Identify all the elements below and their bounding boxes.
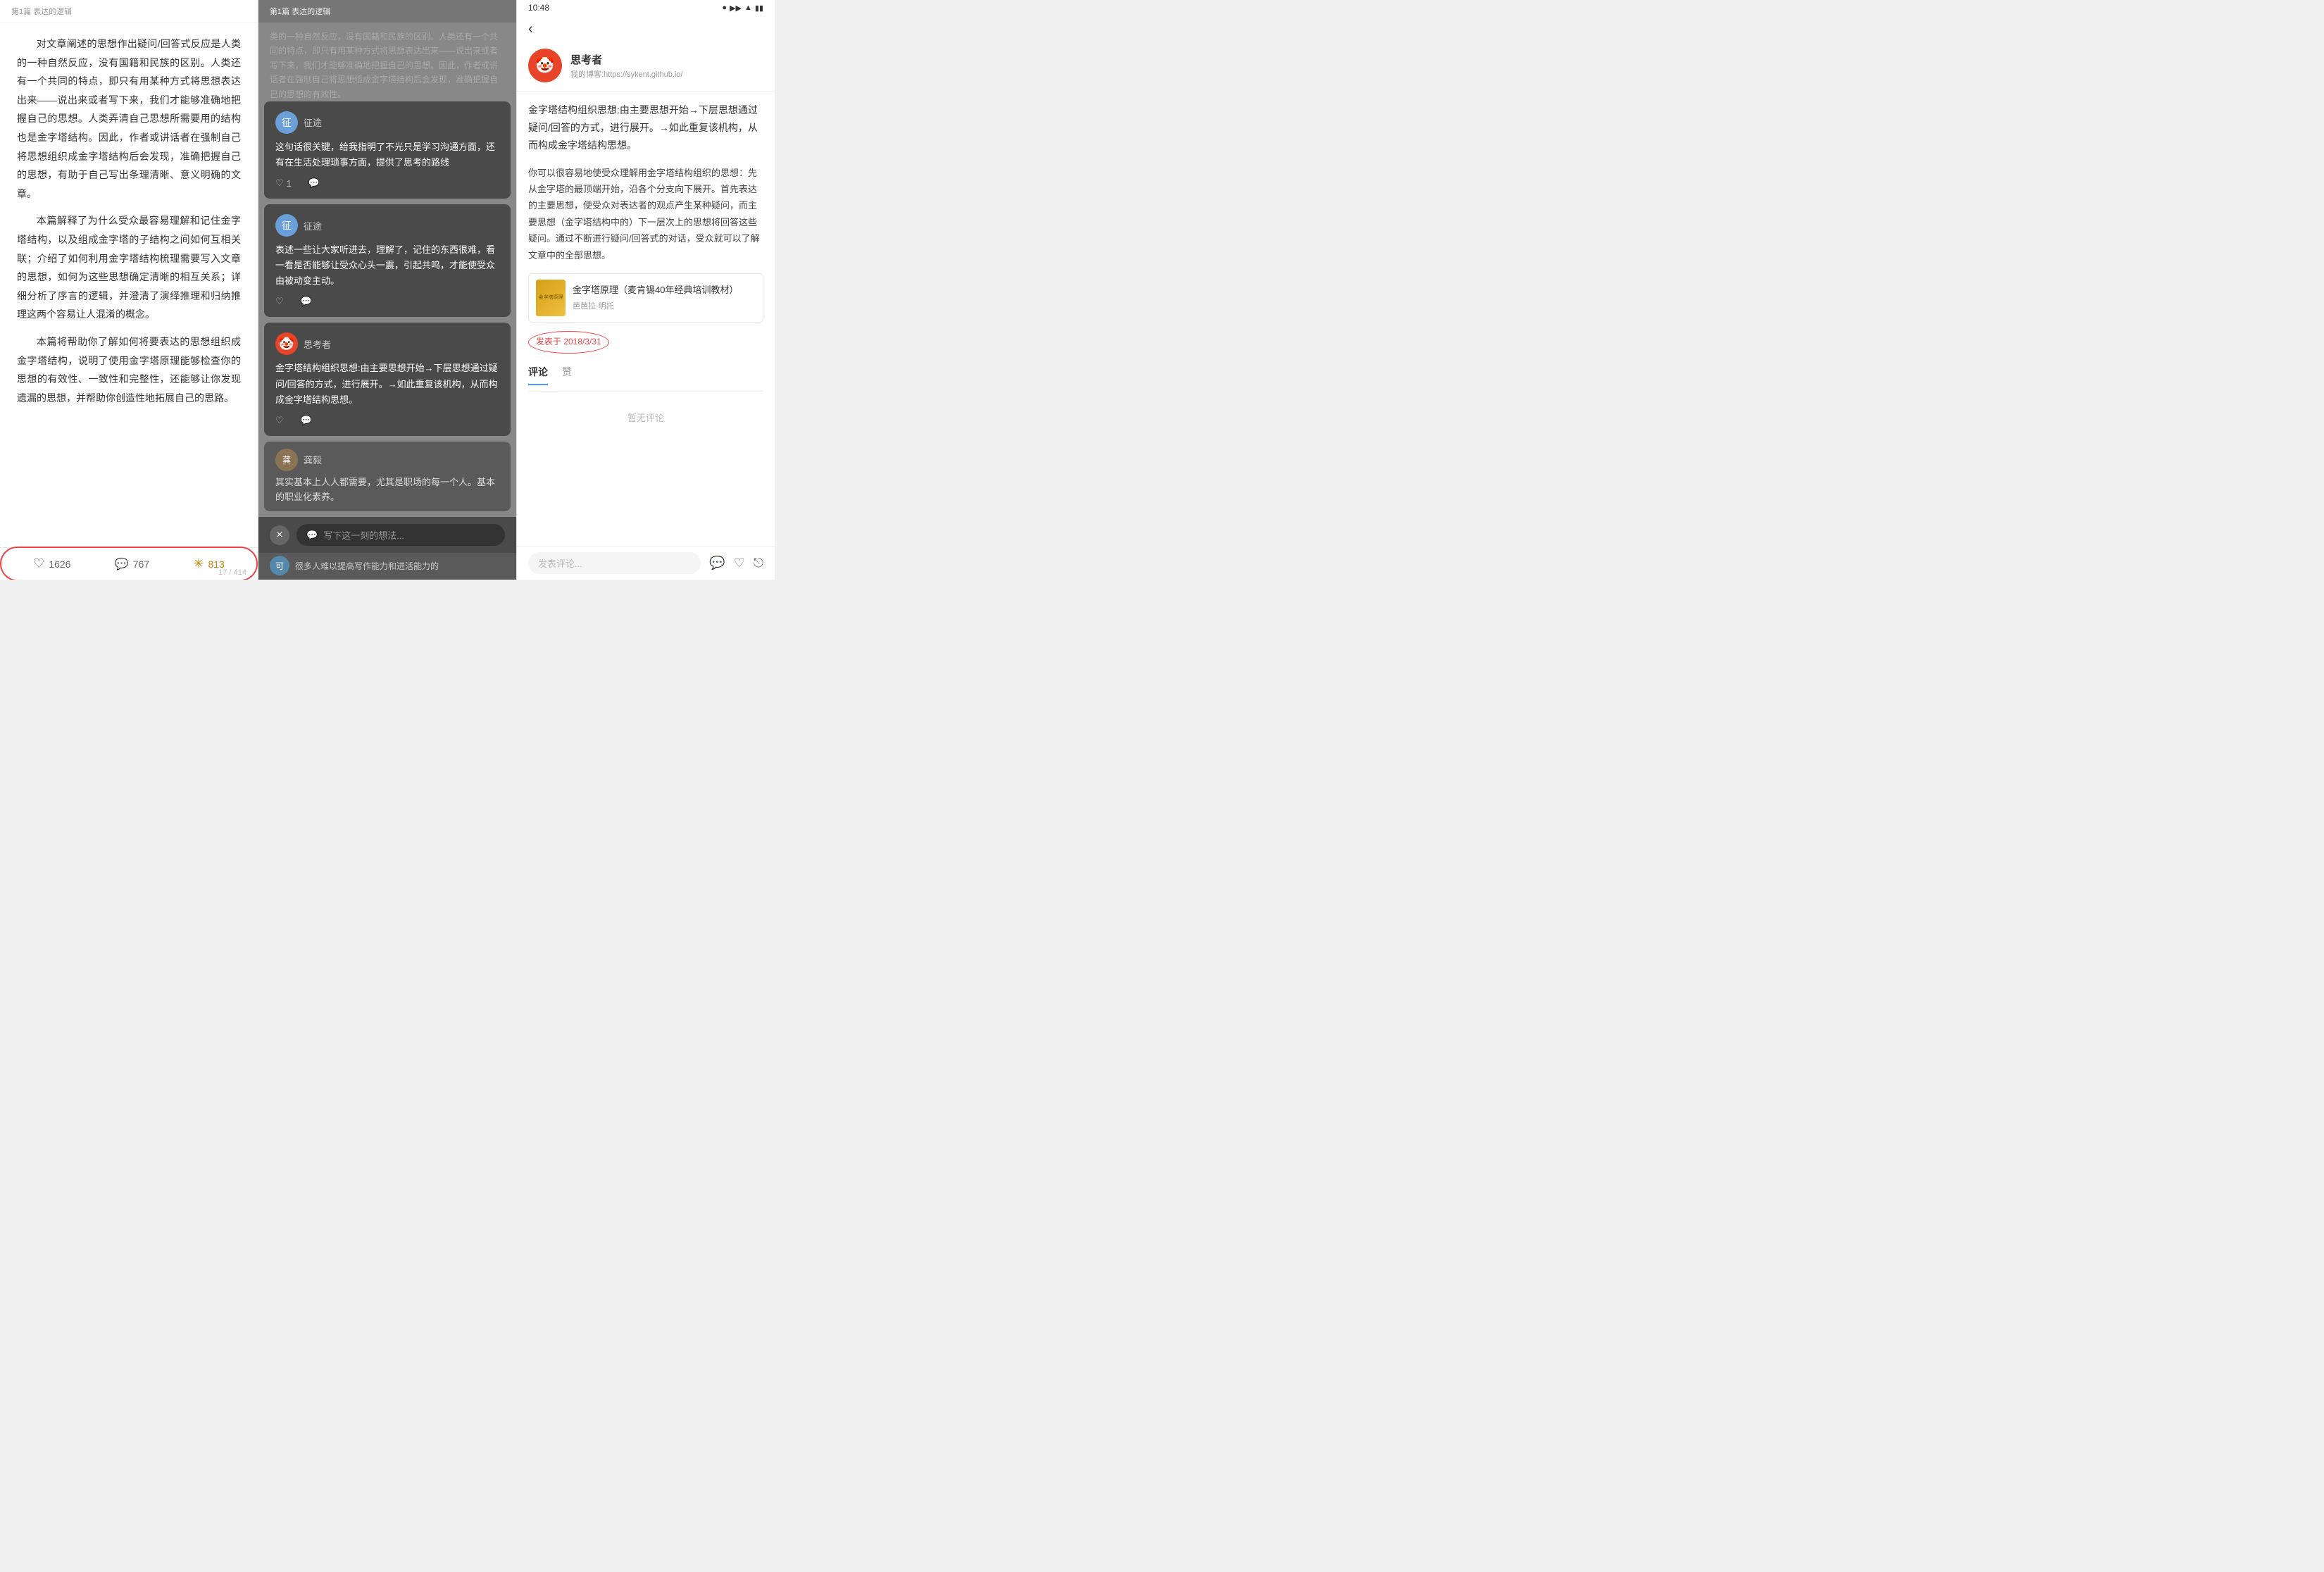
- partial-text: 其实基本上人人都需要，尤其是职场的每一个人。基本的职业化素养。: [275, 475, 499, 505]
- comment-text-2: 表述一些让大家听进去，理解了，记住的东西很难，看一看是否能够让受众心头一震，引起…: [275, 242, 499, 289]
- right-panel: 10:48 ● ▶▶ ▲ ▮▮ ‹ 🤡 思考者 我的博客:https://syk…: [517, 0, 775, 580]
- share-icon: ✳: [193, 556, 204, 571]
- share-bottom-icon[interactable]: ⎋: [754, 556, 763, 570]
- profile-name: 思考者: [570, 52, 683, 67]
- main-body-text: 你可以很容易地使受众理解用金字塔结构组织的思想：先从金字塔的最顶端开始，沿各个分…: [528, 165, 763, 263]
- like-bottom-icon[interactable]: ♡: [734, 556, 745, 570]
- like-icon-2: ♡: [275, 296, 284, 307]
- right-profile: 🤡 思考者 我的博客:https://sykent.github.io/: [517, 43, 775, 92]
- comment-card-2: 征 征途 表述一些让大家听进去，理解了，记住的东西很难，看一看是否能够让受众心头…: [264, 204, 511, 317]
- comment-actions-1: ♡ 1 💬: [275, 177, 499, 189]
- comment-input[interactable]: 发表评论...: [528, 552, 701, 574]
- left-para-3: 本篇将帮助你了解如何将要表达的思想组织成金字塔结构，说明了使用金字塔原理能够检查…: [17, 332, 241, 407]
- comment-actions-3: ♡ 💬: [275, 415, 499, 426]
- left-breadcrumb: 第1篇 表达的逻辑: [0, 0, 258, 23]
- back-button[interactable]: ‹: [528, 21, 533, 37]
- tabs-row: 评论 赞: [528, 363, 763, 392]
- left-para-1: 对文章阐述的思想作出疑问/回答式反应是人类的一种自然反应，没有国籍和民族的区别。…: [17, 35, 241, 203]
- profile-avatar: 🤡: [528, 49, 562, 82]
- username-2: 征途: [304, 219, 322, 232]
- comment-card-3: 🤡 思考者 金字塔结构组织思想:由主要思想开始→下层思想通过疑问/回答的方式，进…: [264, 323, 511, 435]
- right-main-content: 金字塔结构组织思想:由主要思想开始→下层思想通过疑问/回答的方式，进行展开。→如…: [517, 92, 775, 546]
- book-cover: 金字塔原理: [536, 280, 566, 316]
- comment-actions-2: ♡ 💬: [275, 296, 499, 307]
- heart-icon: ♡: [33, 556, 44, 571]
- comment-icon: 💬: [115, 557, 129, 571]
- compose-icon: 💬: [306, 530, 318, 541]
- like-icon-1: ♡: [275, 177, 284, 189]
- mid-breadcrumb: 第1篇 表达的逻辑: [258, 0, 516, 23]
- like-action[interactable]: ♡ 1626: [33, 556, 70, 571]
- book-title: 金字塔原理（麦肯锡40年经典培训教材）: [573, 282, 738, 298]
- avatar-3: 🤡: [275, 332, 298, 355]
- profile-link[interactable]: 我的博客:https://sykent.github.io/: [570, 68, 683, 80]
- like-count: 1626: [49, 559, 70, 570]
- middle-panel: 第1篇 表达的逻辑 类的一种自然反应，没有国籍和民族的区别。人类还有一个共同的特…: [258, 0, 517, 580]
- like-action-2[interactable]: ♡: [275, 296, 284, 307]
- comment-text-1: 这句话很关键，给我指明了不光只是学习沟通方面，还有在生活处理琐事方面，提供了思考…: [275, 139, 499, 170]
- left-panel: 第1篇 表达的逻辑 对文章阐述的思想作出疑问/回答式反应是人类的一种自然反应，没…: [0, 0, 258, 580]
- like-action-1[interactable]: ♡ 1: [275, 177, 292, 189]
- bottom-partial-text: 很多人难以提高写作能力和进活能力的: [295, 560, 439, 572]
- comment-count: 767: [133, 559, 149, 570]
- no-comment: 暂无评论: [528, 399, 763, 437]
- book-info: 金字塔原理（麦肯锡40年经典培训教材） 芭芭拉·明托: [573, 282, 738, 313]
- mid-bottom-bar: × 💬 写下这一刻的想法...: [258, 517, 516, 553]
- compose-placeholder: 写下这一刻的想法...: [323, 528, 404, 542]
- comment-header-3: 🤡 思考者: [275, 332, 499, 355]
- reply-icon-2: 💬: [301, 296, 312, 307]
- comment-action[interactable]: 💬 767: [115, 557, 149, 571]
- mid-bg-text: 类的一种自然反应，没有国籍和民族的区别。人类还有一个共同的特点，即只有用某种方式…: [258, 23, 516, 101]
- left-para-2: 本篇解释了为什么受众最容易理解和记住金字塔结构，以及组成金字塔的子结构之间如何互…: [17, 211, 241, 324]
- comment-bottom-icon[interactable]: 💬: [709, 556, 725, 570]
- profile-info: 思考者 我的博客:https://sykent.github.io/: [570, 52, 683, 80]
- comment-card-1: 征 征途 这句话很关键，给我指明了不光只是学习沟通方面，还有在生活处理琐事方面，…: [264, 101, 511, 199]
- status-icons: ● ▶▶ ▲ ▮▮: [722, 4, 763, 13]
- avatar-2: 征: [275, 214, 298, 237]
- reply-action-3[interactable]: 💬: [301, 415, 312, 426]
- right-bottom-bar: 发表评论... 💬 ♡ ⎋: [517, 546, 775, 580]
- reply-icon-3: 💬: [301, 415, 312, 426]
- comment-header-1: 征 征途: [275, 111, 499, 134]
- close-button[interactable]: ×: [270, 525, 289, 545]
- username-1: 征途: [304, 116, 322, 129]
- reply-icon-1: 💬: [308, 177, 320, 189]
- main-title-text: 金字塔结构组织思想:由主要思想开始→下层思想通过疑问/回答的方式，进行展开。→如…: [528, 101, 763, 155]
- comment-header-2: 征 征途: [275, 214, 499, 237]
- wifi-icon: ▲: [744, 4, 752, 12]
- page-number: 17 / 414: [218, 568, 246, 577]
- left-content: 对文章阐述的思想作出疑问/回答式反应是人类的一种自然反应，没有国籍和民族的区别。…: [0, 23, 258, 547]
- like-action-3[interactable]: ♡: [275, 415, 284, 426]
- statusbar: 10:48 ● ▶▶ ▲ ▮▮: [517, 0, 775, 15]
- partial-avatar: 龚: [275, 449, 298, 471]
- bottom-partial: 可 很多人难以提高写作能力和进活能力的: [258, 553, 516, 580]
- reply-action-1[interactable]: 💬: [308, 177, 320, 189]
- publish-date: 发表于 2018/3/31: [528, 331, 609, 354]
- status-time: 10:48: [528, 3, 549, 13]
- partial-username: 龚毅: [304, 453, 322, 466]
- comment-text-3: 金字塔结构组织思想:由主要思想开始→下层思想通过疑问/回答的方式，进行展开。→如…: [275, 361, 499, 407]
- right-nav: ‹: [517, 15, 775, 43]
- compose-area[interactable]: 💬 写下这一刻的想法...: [296, 524, 505, 546]
- username-3: 思考者: [304, 337, 331, 351]
- battery-bar: ▮▮: [755, 4, 763, 13]
- partial-header: 龚 龚毅: [275, 449, 499, 471]
- mid-scroll-area[interactable]: 征 征途 这句话很关键，给我指明了不光只是学习沟通方面，还有在生活处理琐事方面，…: [258, 101, 516, 517]
- avatar-1: 征: [275, 111, 298, 134]
- battery-icon: ●: [722, 4, 727, 12]
- signal-icon: ▶▶: [730, 4, 742, 13]
- bottom-partial-avatar: 可: [270, 556, 289, 575]
- partial-comment-card: 龚 龚毅 其实基本上人人都需要，尤其是职场的每一个人。基本的职业化素养。: [264, 442, 511, 512]
- tab-comments[interactable]: 评论: [528, 363, 548, 385]
- like-icon-3: ♡: [275, 415, 284, 426]
- left-footer: ♡ 1626 💬 767 ✳ 813 17 / 414: [0, 547, 258, 580]
- book-card[interactable]: 金字塔原理 金字塔原理（麦肯锡40年经典培训教材） 芭芭拉·明托: [528, 273, 763, 323]
- tab-likes[interactable]: 赞: [562, 363, 572, 385]
- reply-action-2[interactable]: 💬: [301, 296, 312, 307]
- book-author: 芭芭拉·明托: [573, 300, 738, 314]
- close-icon: ×: [276, 529, 282, 542]
